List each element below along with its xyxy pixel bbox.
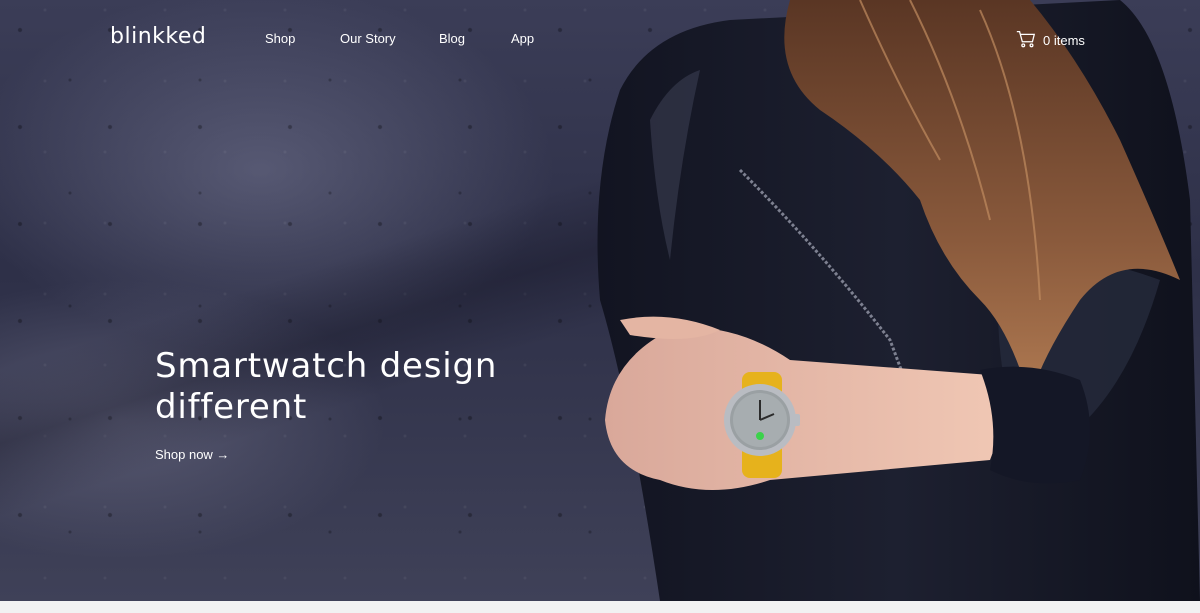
nav-shop[interactable]: Shop <box>265 31 295 46</box>
hero-headline: Smartwatch design different <box>155 346 575 428</box>
hero-headline-line1: Smartwatch design <box>155 346 498 386</box>
nav-app[interactable]: App <box>511 31 534 46</box>
nav-blog[interactable]: Blog <box>439 31 465 46</box>
shop-now-link[interactable]: Shop now → <box>155 447 229 462</box>
hero-headline-line2: different <box>155 387 308 427</box>
hero-photo-person <box>597 0 1200 601</box>
bottom-edge <box>0 601 1200 613</box>
cart-count: 0 items <box>1043 33 1085 48</box>
nav-our-story[interactable]: Our Story <box>340 31 396 46</box>
cart-button[interactable]: 0 items <box>1015 28 1085 53</box>
brand-logo[interactable]: blinkked <box>110 24 206 49</box>
hero-banner <box>0 0 1200 601</box>
cart-icon <box>1015 28 1037 53</box>
